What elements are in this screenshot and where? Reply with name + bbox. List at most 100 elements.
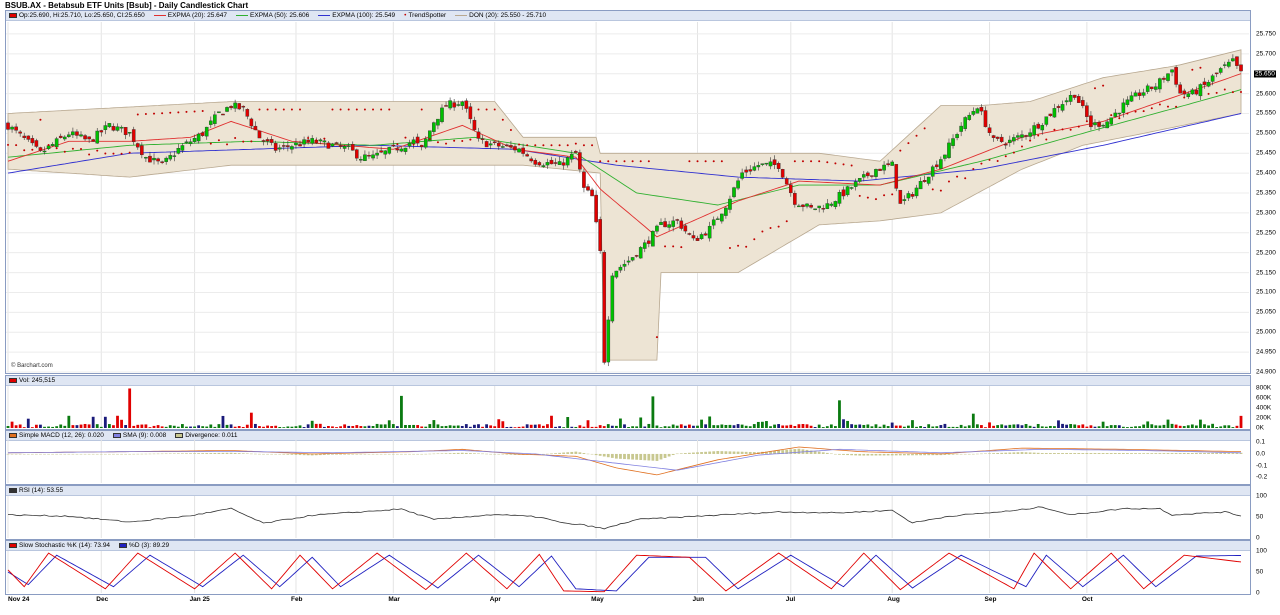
candle [1137, 92, 1142, 96]
macd-hist-bar [254, 453, 257, 455]
candle [793, 192, 797, 205]
price-tick-label: 25.550 [1256, 109, 1276, 117]
macd-hist-bar [1081, 453, 1085, 454]
trendspotter-dot [1231, 91, 1234, 94]
macd-hist-bar [440, 453, 444, 454]
volume-bar [643, 426, 647, 428]
trendspotter-dot [818, 160, 821, 163]
volume-bar [862, 424, 866, 428]
macd-hist-bar [554, 453, 557, 454]
macd-hist-bar [1186, 453, 1190, 454]
candle [1129, 95, 1134, 102]
trendspotter-dot [71, 147, 74, 150]
volume-bar [152, 425, 156, 428]
macd-hist-bar [91, 453, 95, 455]
macd-hist-bar [505, 453, 509, 455]
volume-bar [43, 426, 46, 428]
candle [870, 175, 874, 177]
macd-hist-bar [606, 453, 610, 458]
macd-hist-bar [274, 453, 278, 455]
volume-bar [282, 427, 286, 428]
volume-bar [1077, 425, 1081, 428]
candle [959, 125, 963, 132]
macd-hist-bar [213, 452, 217, 454]
trendspotter-dot [810, 160, 813, 163]
macd-hist-bar [428, 453, 432, 455]
candle [545, 162, 550, 166]
candle [582, 171, 586, 188]
trendspotter-dot [647, 160, 650, 163]
trendspotter-dot [445, 142, 448, 145]
macd-hist-bar [619, 453, 622, 459]
volume-bar [270, 426, 274, 428]
volume-bar [821, 427, 825, 428]
trendspotter-dot [972, 167, 975, 170]
volume-bar [404, 425, 407, 428]
macd-hist-bar [858, 453, 862, 456]
macd-hist-bar [886, 453, 890, 456]
volume-bar [813, 426, 817, 428]
volume-bar [1138, 426, 1142, 428]
volume-bar [846, 420, 849, 428]
candle [780, 169, 785, 178]
trendspotter-dot [234, 137, 237, 140]
candle [671, 220, 675, 227]
macd-hist-bar [712, 451, 716, 454]
volume-bar [444, 425, 448, 428]
macd-hist-bar [671, 453, 675, 456]
candle [833, 201, 838, 207]
macd-hist-bar [635, 453, 639, 460]
volume-bar [258, 426, 261, 428]
volume-bar [164, 426, 168, 428]
macd-hist-bar [278, 453, 282, 455]
candle [740, 172, 744, 179]
trendspotter-dot [493, 108, 496, 111]
volume-bar [456, 425, 460, 428]
volume-bar [79, 424, 83, 428]
candle [176, 148, 181, 154]
volume-bar [367, 425, 371, 428]
candle [1060, 104, 1065, 111]
trendspotter-dot [550, 144, 553, 147]
volume-bar [185, 426, 188, 428]
candle [87, 136, 91, 140]
candle [910, 194, 915, 197]
candle [1194, 90, 1199, 95]
trendspotter-dot [1166, 105, 1169, 108]
candle [1190, 89, 1195, 95]
trendspotter-dot [88, 153, 91, 156]
volume-bar [1215, 427, 1219, 428]
volume-bar [95, 424, 99, 428]
candle [537, 162, 542, 166]
trendspotter-dot [753, 238, 756, 241]
candle [586, 186, 590, 191]
macd-hist-bar [75, 453, 79, 455]
volume-bar [464, 424, 468, 428]
macd-hist-bar [992, 453, 995, 454]
macd-hist-bar [327, 453, 330, 455]
macd-hist-bar [829, 453, 833, 455]
volume-bar [168, 425, 172, 428]
volume-bar [785, 425, 789, 428]
volume-bar [1239, 415, 1243, 428]
volume-bar [144, 424, 148, 428]
volume-bar [266, 425, 269, 428]
volume-bar [854, 424, 858, 428]
volume-bar [176, 426, 180, 428]
volume-bar [1057, 420, 1060, 428]
macd-hist-bar [249, 453, 253, 455]
macd-hist-bar [477, 453, 480, 454]
macd-hist-bar [663, 453, 667, 458]
candle [444, 105, 448, 107]
trendspotter-dot [558, 144, 561, 147]
macd-hist-bar [456, 452, 460, 454]
trendspotter-dot [834, 162, 837, 165]
volume-bar [424, 426, 428, 428]
x-tick-label: Jun [692, 596, 705, 603]
candle [391, 144, 396, 147]
candle [841, 189, 846, 197]
volume-bar [1081, 424, 1085, 428]
macd-hist-bar [416, 453, 420, 455]
macd-hist-bar [870, 453, 874, 456]
volume-bar [59, 424, 63, 428]
